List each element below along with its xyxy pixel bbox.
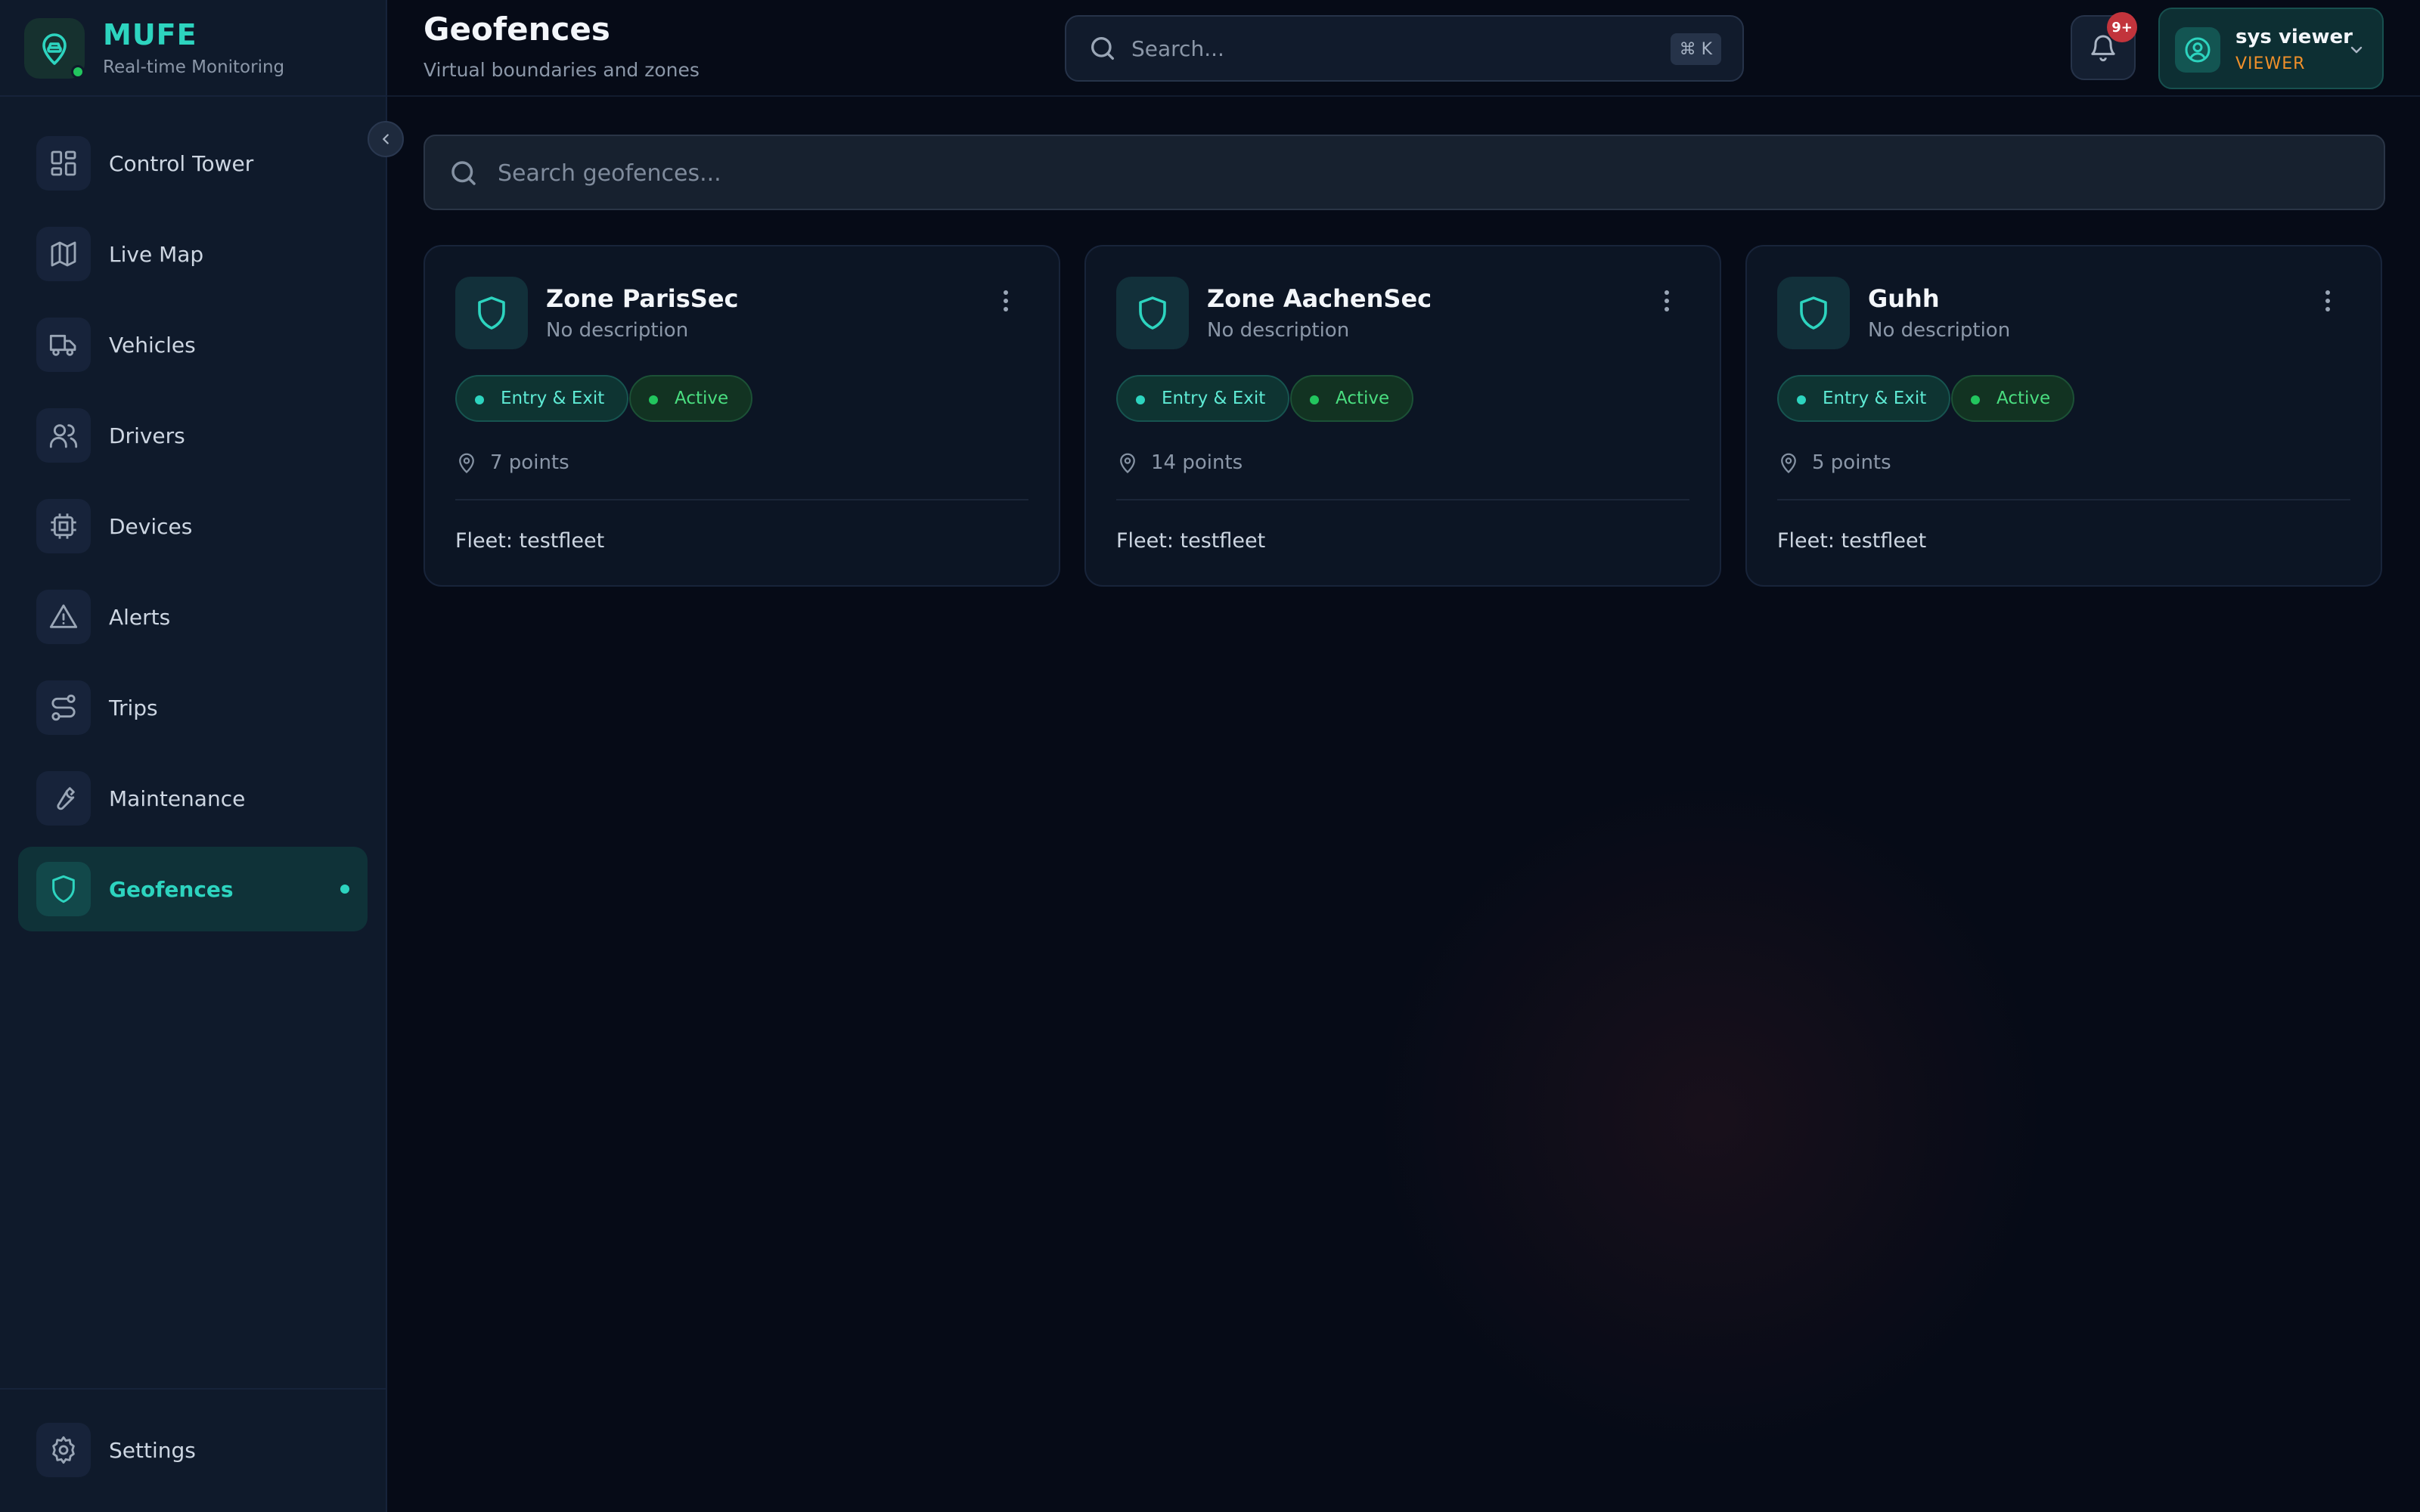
avatar bbox=[2175, 27, 2220, 73]
collapse-sidebar-button[interactable] bbox=[368, 121, 404, 157]
sidebar-item-alerts[interactable]: Alerts bbox=[18, 575, 368, 659]
chevron-left-icon bbox=[383, 134, 389, 144]
sidebar-nav: Control Tower Live Map Vehicles Drivers … bbox=[18, 121, 368, 937]
search-icon bbox=[451, 161, 476, 185]
truck-icon bbox=[36, 318, 91, 372]
sidebar-item-vehicles[interactable]: Vehicles bbox=[18, 302, 368, 387]
sidebar-item-label: Vehicles bbox=[109, 332, 196, 358]
sidebar-item-label: Alerts bbox=[109, 604, 171, 630]
shield-icon bbox=[455, 277, 528, 349]
brand-name: MUFE bbox=[103, 18, 197, 51]
location-car-icon bbox=[42, 33, 67, 65]
geofence-type-badge: Entry & Exit bbox=[455, 375, 629, 422]
geofence-type-badge: Entry & Exit bbox=[1777, 375, 1951, 422]
card-divider bbox=[1777, 499, 2350, 500]
more-options-button[interactable] bbox=[1655, 286, 1679, 316]
main-content: Search geofences... Zone ParisSec No des… bbox=[387, 97, 2420, 1512]
brand-tagline: Real-time Monitoring bbox=[103, 57, 285, 77]
chip-icon bbox=[36, 499, 91, 553]
sidebar-item-label: Live Map bbox=[109, 241, 204, 267]
global-search-placeholder: Search... bbox=[1131, 36, 1224, 61]
geofence-card[interactable]: Guhh No description Entry & Exit Active … bbox=[1745, 245, 2382, 587]
status-badge: Active bbox=[1290, 375, 1414, 422]
sidebar-item-label: Settings bbox=[109, 1437, 196, 1463]
geofence-name: Zone ParisSec bbox=[546, 284, 739, 313]
page-title: Geofences bbox=[424, 11, 610, 48]
map-pin-icon bbox=[1120, 453, 1135, 474]
sidebar-item-geofences[interactable]: Geofences bbox=[18, 847, 368, 931]
sidebar-item-label: Maintenance bbox=[109, 785, 246, 811]
points-count: 5 points bbox=[1812, 451, 1891, 474]
sidebar-item-control-tower[interactable]: Control Tower bbox=[18, 121, 368, 206]
active-indicator bbox=[340, 885, 349, 894]
status-badge: Active bbox=[629, 375, 753, 422]
sidebar-item-settings[interactable]: Settings bbox=[18, 1408, 368, 1492]
gear-icon bbox=[36, 1423, 91, 1477]
user-name: sys viewer bbox=[2235, 26, 2353, 48]
page-subtitle: Virtual boundaries and zones bbox=[424, 59, 700, 81]
shield-icon bbox=[1116, 277, 1189, 349]
geofence-description: No description bbox=[546, 319, 689, 342]
geofence-search-placeholder: Search geofences... bbox=[498, 160, 721, 187]
user-menu-button[interactable]: sys viewer VIEWER bbox=[2158, 8, 2384, 89]
notification-count-badge: 9+ bbox=[2107, 12, 2137, 42]
sidebar-item-label: Control Tower bbox=[109, 150, 254, 176]
sidebar-item-drivers[interactable]: Drivers bbox=[18, 393, 368, 478]
search-shortcut-hint: ⌘ K bbox=[1670, 33, 1721, 65]
card-divider bbox=[1116, 499, 1689, 500]
shield-icon bbox=[36, 862, 91, 916]
top-header: Geofences Virtual boundaries and zones S… bbox=[387, 0, 2420, 97]
sidebar-item-label: Trips bbox=[109, 695, 158, 720]
geofence-description: No description bbox=[1207, 319, 1350, 342]
geofence-name: Zone AachenSec bbox=[1207, 284, 1432, 313]
shield-icon bbox=[1777, 277, 1850, 349]
more-options-button[interactable] bbox=[2316, 286, 2340, 316]
map-pin-icon bbox=[1781, 453, 1796, 474]
geofence-points: 14 points bbox=[1116, 448, 1243, 478]
global-search-input[interactable]: Search... ⌘ K bbox=[1065, 15, 1744, 82]
points-count: 14 points bbox=[1151, 451, 1243, 474]
sidebar-footer: Settings bbox=[0, 1388, 386, 1512]
sidebar-item-live-map[interactable]: Live Map bbox=[18, 212, 368, 296]
geofence-type-badge: Entry & Exit bbox=[1116, 375, 1290, 422]
brand: MUFE Real-time Monitoring bbox=[0, 0, 386, 97]
geofence-card[interactable]: Zone AachenSec No description Entry & Ex… bbox=[1084, 245, 1721, 587]
geofence-search-input[interactable]: Search geofences... bbox=[424, 135, 2385, 210]
sidebar-item-trips[interactable]: Trips bbox=[18, 665, 368, 750]
sidebar: MUFE Real-time Monitoring Control Tower … bbox=[0, 0, 404, 1512]
online-status-dot bbox=[71, 65, 85, 79]
sidebar-item-label: Devices bbox=[109, 513, 193, 539]
chevron-down-icon bbox=[2350, 46, 2363, 54]
geofence-name: Guhh bbox=[1868, 284, 1940, 313]
more-options-button[interactable] bbox=[994, 286, 1018, 316]
warning-icon bbox=[36, 590, 91, 644]
user-role: VIEWER bbox=[2235, 54, 2306, 73]
geofence-fleet: Fleet: testfleet bbox=[1777, 529, 1927, 553]
user-circle-icon bbox=[2185, 37, 2211, 63]
map-icon bbox=[36, 227, 91, 281]
sidebar-item-maintenance[interactable]: Maintenance bbox=[18, 756, 368, 841]
geofence-fleet: Fleet: testfleet bbox=[455, 529, 605, 553]
geofence-card[interactable]: Zone ParisSec No description Entry & Exi… bbox=[424, 245, 1060, 587]
route-icon bbox=[36, 680, 91, 735]
sidebar-item-label: Drivers bbox=[109, 423, 185, 448]
background-glow bbox=[1370, 777, 2051, 1458]
users-icon bbox=[36, 408, 91, 463]
map-pin-icon bbox=[459, 453, 474, 474]
geofence-points: 5 points bbox=[1777, 448, 1891, 478]
geofence-points: 7 points bbox=[455, 448, 569, 478]
geofence-fleet: Fleet: testfleet bbox=[1116, 529, 1266, 553]
geofence-description: No description bbox=[1868, 319, 2011, 342]
grid-icon bbox=[36, 136, 91, 191]
sidebar-item-devices[interactable]: Devices bbox=[18, 484, 368, 569]
search-icon bbox=[1091, 37, 1114, 60]
card-divider bbox=[455, 499, 1028, 500]
points-count: 7 points bbox=[490, 451, 569, 474]
status-badge: Active bbox=[1951, 375, 2075, 422]
wrench-icon bbox=[36, 771, 91, 826]
sidebar-item-label: Geofences bbox=[109, 876, 234, 902]
